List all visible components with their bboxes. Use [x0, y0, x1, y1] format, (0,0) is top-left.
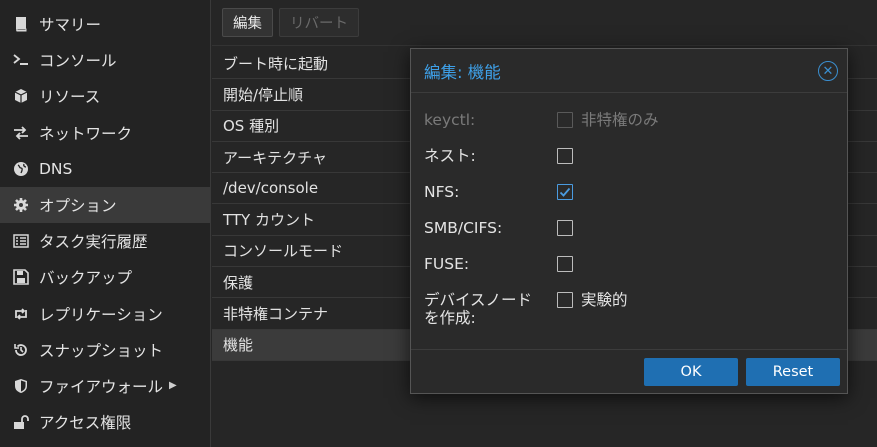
mknod-field: デバイスノード を作成: 実験的 — [424, 291, 628, 327]
sidebar-item-task-history[interactable]: タスク実行履歴 — [0, 223, 210, 259]
sidebar-item-label: ネットワーク — [39, 124, 133, 143]
close-icon[interactable]: ✕ — [818, 61, 838, 81]
caret-right-icon[interactable]: ▶ — [169, 380, 177, 391]
edit-features-dialog: 編集: 機能 ✕ keyctl: 非特権のみ ネスト: NFS: SMB/CIF… — [410, 48, 848, 394]
dialog-footer: OK Reset — [411, 349, 847, 393]
sidebar-item-label: ファイアウォール — [39, 377, 164, 396]
sidebar-item-label: DNS — [39, 159, 73, 178]
keyctl-checkbox[interactable] — [557, 112, 573, 128]
keyctl-checkbox-text: 非特権のみ — [581, 111, 659, 129]
fuse-label: FUSE: — [424, 255, 470, 273]
reset-button[interactable]: Reset — [746, 357, 840, 386]
unlock-icon — [11, 412, 31, 432]
ok-button[interactable]: OK — [644, 357, 738, 386]
smb-field: SMB/CIFS: — [424, 219, 573, 237]
exchange-icon — [11, 123, 31, 143]
mknod-label: デバイスノード を作成: — [424, 291, 557, 327]
sidebar-item-options[interactable]: オプション — [0, 186, 210, 224]
book-icon — [11, 14, 31, 34]
gear-icon — [11, 195, 31, 215]
mknod-label-line1: デバイスノード — [424, 291, 533, 309]
check-icon — [559, 187, 571, 197]
sidebar-item-dns[interactable]: DNS — [0, 151, 210, 187]
sidebar: サマリー コンソール リソース ネットワーク DNS オプション タスク実行履歴… — [0, 0, 211, 447]
sidebar-item-backup[interactable]: バックアップ — [0, 259, 210, 295]
terminal-icon — [11, 50, 31, 70]
sidebar-item-resources[interactable]: リソース — [0, 78, 210, 114]
sidebar-item-console[interactable]: コンソール — [0, 42, 210, 78]
dialog-body: keyctl: 非特権のみ ネスト: NFS: SMB/CIFS: FUSE: … — [411, 93, 847, 351]
sidebar-item-label: アクセス権限 — [39, 414, 132, 433]
mknod-checkbox[interactable] — [557, 292, 573, 308]
sidebar-item-permissions[interactable]: アクセス権限 — [0, 404, 210, 440]
nfs-label: NFS: — [424, 183, 460, 201]
fuse-field: FUSE: — [424, 255, 573, 273]
fuse-checkbox[interactable] — [557, 256, 573, 272]
mknod-checkbox-text: 実験的 — [581, 291, 628, 309]
sidebar-item-label: タスク実行履歴 — [39, 233, 148, 252]
shield-icon — [11, 376, 31, 396]
sidebar-item-label: リソース — [39, 88, 101, 107]
nesting-checkbox[interactable] — [557, 148, 573, 164]
sidebar-item-label: バックアップ — [39, 269, 133, 288]
sidebar-item-label: レプリケーション — [39, 305, 163, 324]
dialog-header: 編集: 機能 ✕ — [411, 49, 847, 93]
sidebar-item-firewall[interactable]: ファイアウォール ▶ — [0, 368, 210, 404]
nfs-field: NFS: — [424, 183, 573, 201]
mknod-label-line2: を作成: — [424, 309, 476, 327]
revert-button[interactable]: リバート — [279, 8, 359, 37]
floppy-icon — [11, 267, 31, 287]
sidebar-item-replication[interactable]: レプリケーション — [0, 296, 210, 332]
nesting-label: ネスト: — [424, 147, 476, 165]
toolbar: 編集 リバート — [212, 0, 877, 46]
smb-checkbox[interactable] — [557, 220, 573, 236]
sidebar-item-network[interactable]: ネットワーク — [0, 115, 210, 151]
nfs-checkbox[interactable] — [557, 184, 573, 200]
smb-label: SMB/CIFS: — [424, 219, 503, 237]
sidebar-item-label: オプション — [39, 197, 117, 216]
sidebar-item-snapshots[interactable]: スナップショット — [0, 332, 210, 368]
list-icon — [11, 231, 31, 251]
keyctl-label: keyctl: — [424, 111, 476, 129]
history-icon — [11, 340, 31, 360]
sidebar-item-summary[interactable]: サマリー — [0, 6, 210, 42]
globe-icon — [11, 159, 31, 179]
dialog-title: 編集: 機能 — [424, 62, 501, 82]
retweet-icon — [11, 304, 31, 324]
sidebar-item-label: サマリー — [39, 16, 102, 35]
sidebar-item-label: コンソール — [39, 52, 117, 71]
nesting-field: ネスト: — [424, 147, 573, 165]
keyctl-field: keyctl: 非特権のみ — [424, 111, 659, 129]
edit-button[interactable]: 編集 — [222, 8, 273, 37]
sidebar-item-label: スナップショット — [39, 341, 164, 360]
cube-icon — [11, 86, 31, 106]
